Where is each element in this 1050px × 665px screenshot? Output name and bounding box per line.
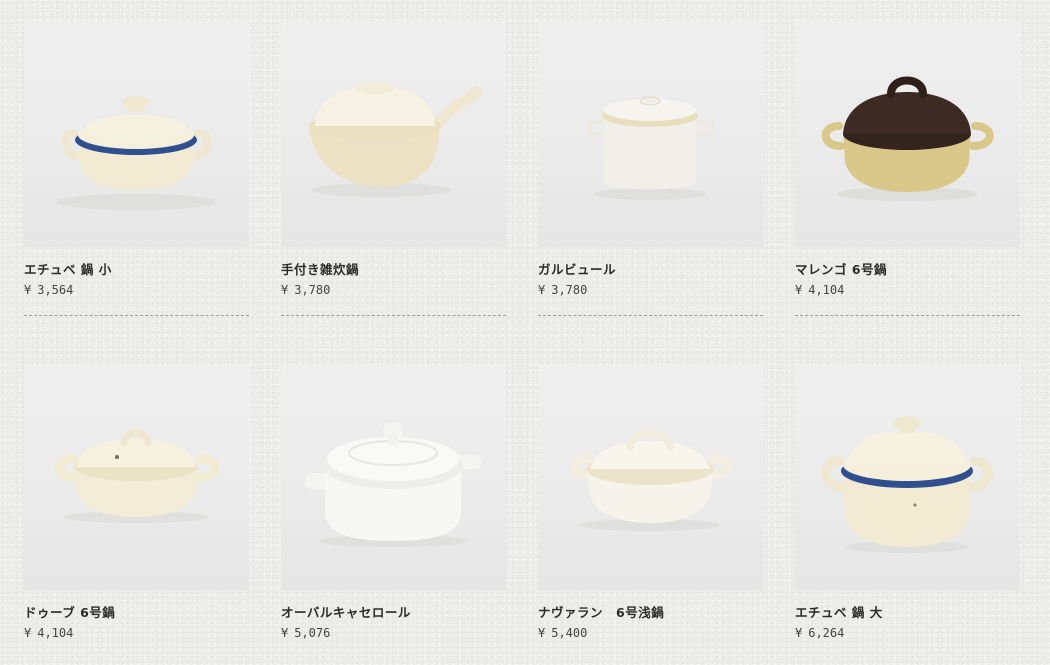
product-name[interactable]: マレンゴ 6号鍋 — [795, 262, 1020, 278]
price-value: 6,264 — [808, 626, 845, 640]
product-card[interactable]: ナヴァラン 6号浅鍋 ¥5,400 — [538, 365, 763, 665]
product-name[interactable]: 手付き雑炊鍋 — [281, 262, 506, 278]
product-price: ¥6,264 — [795, 626, 1020, 641]
yen-symbol: ¥ — [24, 283, 32, 297]
dashed-divider — [795, 315, 1020, 316]
product-name[interactable]: エチュベ 鍋 小 — [24, 262, 249, 278]
product-price: ¥3,564 — [24, 283, 249, 298]
product-price: ¥5,076 — [281, 626, 506, 641]
product-name[interactable]: エチュベ 鍋 大 — [795, 605, 1020, 621]
price-value: 4,104 — [37, 626, 74, 640]
product-name[interactable]: ガルビュール — [538, 262, 763, 278]
pot-cream-round-icon — [54, 429, 220, 523]
product-photo[interactable] — [281, 365, 506, 590]
product-name[interactable]: ドゥーブ 6号鍋 — [24, 605, 249, 621]
price-value: 3,780 — [294, 283, 331, 297]
product-grid: エチュベ 鍋 小 ¥3,564 手付き雑炊鍋 ¥3,780 ガルビュール ¥ 3… — [24, 22, 1020, 665]
product-card[interactable]: エチュベ 鍋 大 ¥6,264 — [795, 365, 1020, 665]
price-value: 4,104 — [808, 283, 845, 297]
product-photo[interactable] — [281, 22, 506, 247]
product-card[interactable]: ガルビュール ¥3,780 — [538, 22, 763, 365]
product-price: ¥3,780 — [281, 283, 506, 298]
product-price: ¥5,400 — [538, 626, 763, 641]
dashed-divider — [281, 315, 506, 316]
product-photo[interactable] — [538, 22, 763, 247]
price-value: 3,780 — [551, 283, 588, 297]
product-price: ¥4,104 — [795, 283, 1020, 298]
product-card[interactable]: 手付き雑炊鍋 ¥3,780 — [281, 22, 506, 365]
yen-symbol: ¥ — [795, 283, 803, 297]
product-photo[interactable] — [24, 365, 249, 590]
product-card[interactable]: オーバルキャセロール ¥5,076 — [281, 365, 506, 665]
pot-white-oval-icon — [305, 422, 481, 547]
yen-symbol: ¥ — [281, 283, 289, 297]
product-card[interactable]: ドゥーブ 6号鍋 ¥4,104 — [24, 365, 249, 665]
pot-tall-white-icon — [588, 96, 714, 200]
price-value: 5,076 — [294, 626, 331, 640]
yen-symbol: ¥ — [538, 626, 546, 640]
product-name[interactable]: オーバルキャセロール — [281, 605, 506, 621]
product-card[interactable]: エチュベ 鍋 小 ¥3,564 — [24, 22, 249, 365]
price-value: 3,564 — [37, 283, 74, 297]
product-photo[interactable] — [24, 22, 249, 247]
product-price: ¥4,104 — [24, 626, 249, 641]
yen-symbol: ¥ — [538, 283, 546, 297]
product-photo[interactable] — [795, 22, 1020, 247]
yen-symbol: ¥ — [795, 626, 803, 640]
product-name[interactable]: ナヴァラン 6号浅鍋 — [538, 605, 763, 621]
product-price: ¥3,780 — [538, 283, 763, 298]
product-photo[interactable] — [795, 365, 1020, 590]
yen-symbol: ¥ — [281, 626, 289, 640]
pot-brown-lid-icon — [821, 76, 994, 201]
yen-symbol: ¥ — [24, 626, 32, 640]
pot-handled-zousui-icon — [309, 82, 483, 197]
pot-blue-band-large-icon — [821, 416, 993, 553]
dashed-divider — [538, 315, 763, 316]
dashed-divider — [24, 315, 249, 316]
product-card[interactable]: マレンゴ 6号鍋 ¥4,104 — [795, 22, 1020, 365]
pot-shallow-cream-icon — [569, 430, 733, 531]
product-photo[interactable] — [538, 365, 763, 590]
price-value: 5,400 — [551, 626, 588, 640]
pot-blue-band-small-icon — [56, 96, 216, 210]
